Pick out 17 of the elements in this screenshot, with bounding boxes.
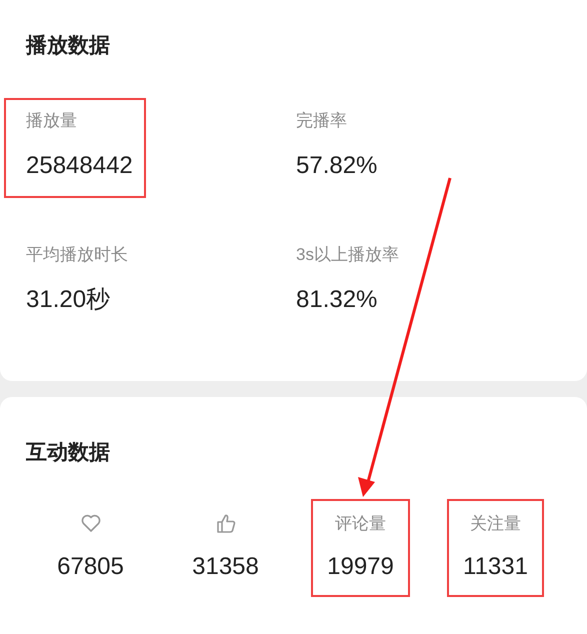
metric-label: 完播率 xyxy=(296,110,347,132)
metric-value: 11331 xyxy=(463,552,528,582)
metric-value: 57.82% xyxy=(296,150,378,180)
section-title: 互动数据 xyxy=(26,440,110,466)
metric-value: 31358 xyxy=(192,552,259,582)
metric-label: 评论量 xyxy=(335,512,386,534)
section-title: 播放数据 xyxy=(26,33,110,59)
metric-label: 3s以上播放率 xyxy=(296,244,399,266)
metric-label: 平均播放时长 xyxy=(26,244,128,266)
metric-value: 31.20秒 xyxy=(26,284,110,314)
metric-value: 25848442 xyxy=(26,150,133,180)
thumbs-up-icon xyxy=(214,512,236,534)
metric-value: 67805 xyxy=(57,552,124,582)
metric-value: 19979 xyxy=(327,552,394,582)
metric-label: 关注量 xyxy=(470,512,521,534)
metric-value: 81.32% xyxy=(296,284,378,314)
metric-label: 播放量 xyxy=(26,110,77,132)
